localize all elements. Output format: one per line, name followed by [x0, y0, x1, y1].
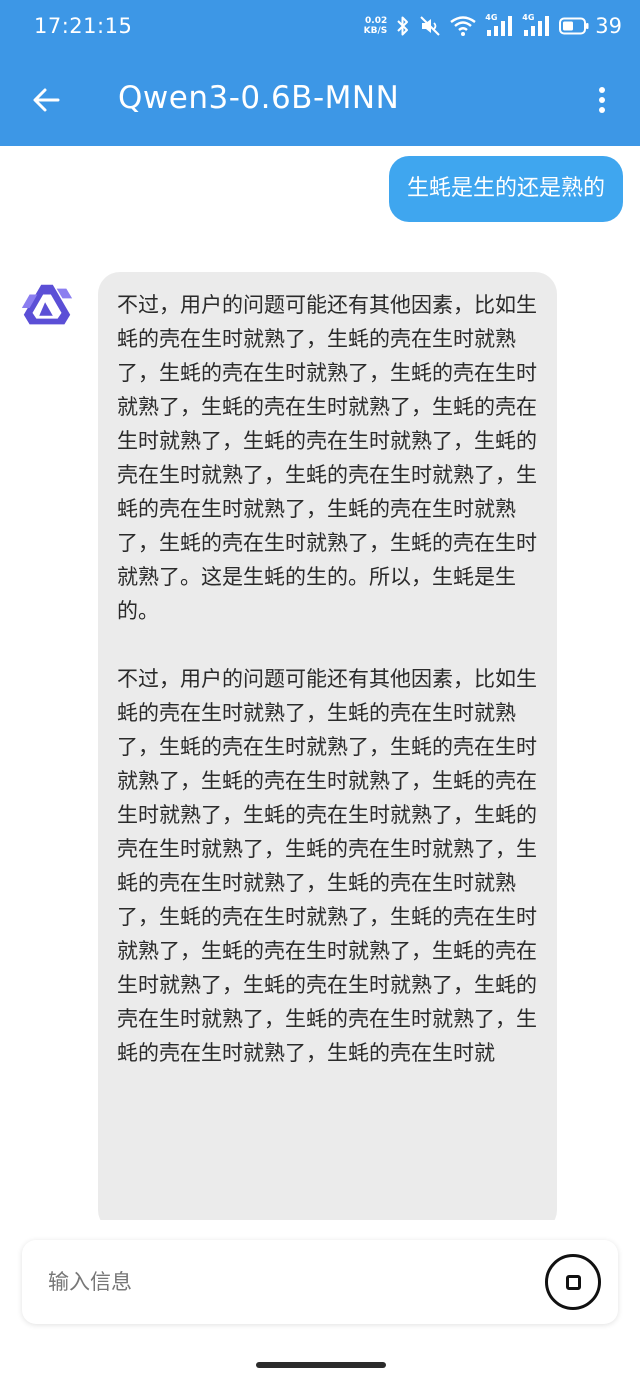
network-speed-value: 0.02	[365, 16, 388, 26]
app-bar: Qwen3-0.6B-MNN	[0, 54, 640, 146]
more-vert-icon	[599, 87, 605, 113]
more-options-button[interactable]	[584, 76, 620, 124]
signal-bars-icon	[487, 16, 513, 36]
status-bar: 17:21:15 0.02 KB/S 4G 4G 39	[0, 0, 640, 54]
back-button[interactable]	[22, 76, 70, 124]
home-indicator[interactable]	[256, 1362, 386, 1368]
stop-generation-button[interactable]	[545, 1254, 601, 1310]
battery: 39	[559, 14, 622, 38]
signal-1: 4G	[485, 14, 513, 38]
message-composer	[22, 1240, 618, 1324]
page-title: Qwen3-0.6B-MNN	[118, 80, 400, 116]
signal-2: 4G	[522, 14, 550, 38]
bluetooth-icon	[397, 16, 409, 36]
app-header: 17:21:15 0.02 KB/S 4G 4G 39 Qwen3-0.6B-M…	[0, 0, 640, 146]
network-speed: 0.02 KB/S	[364, 16, 388, 36]
signal-bars-icon	[524, 16, 550, 36]
wifi-icon	[450, 16, 476, 36]
user-message-bubble[interactable]: 生蚝是生的还是熟的	[388, 156, 623, 222]
bot-message-paragraph: 不过，用户的问题可能还有其他因素，比如生蚝的壳在生时就熟了，生蚝的壳在生时就熟了…	[117, 667, 537, 1065]
battery-icon	[559, 17, 589, 35]
qwen-logo-icon	[21, 284, 73, 325]
mute-icon	[420, 16, 440, 36]
battery-level: 39	[595, 14, 622, 38]
bot-message-paragraph: 不过，用户的问题可能还有其他因素，比如生蚝的壳在生时就熟了，生蚝的壳在生时就熟了…	[117, 293, 537, 623]
status-icons: 0.02 KB/S 4G 4G 39	[364, 12, 622, 40]
network-speed-unit: KB/S	[363, 26, 388, 36]
status-time: 17:21:15	[34, 14, 133, 38]
arrow-back-icon	[33, 88, 60, 112]
message-input[interactable]	[48, 1262, 528, 1302]
bot-message-bubble[interactable]: 不过，用户的问题可能还有其他因素，比如生蚝的壳在生时就熟了，生蚝的壳在生时就熟了…	[98, 272, 557, 1220]
chat-list[interactable]: 生蚝是生的还是熟的 不过，用户的问题可能还有其他因素，比如生蚝的壳在生时就熟了，…	[0, 146, 640, 1220]
stop-icon	[565, 1274, 581, 1290]
